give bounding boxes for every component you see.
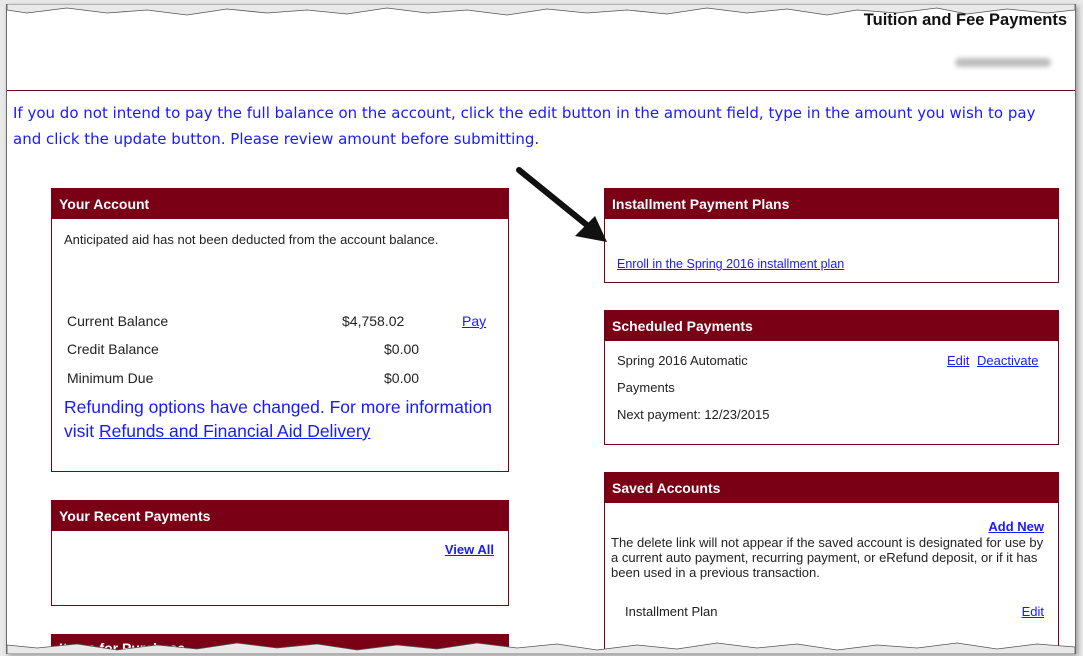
torn-bottom-edge bbox=[7, 642, 1075, 654]
scheduled-name-line2: Payments bbox=[617, 380, 675, 395]
saved-accounts-panel: Saved Accounts Add New The delete link w… bbox=[604, 472, 1059, 654]
scheduled-payments-panel: Scheduled Payments Spring 2016 Automatic… bbox=[604, 310, 1059, 445]
page-title: Tuition and Fee Payments bbox=[863, 11, 1067, 29]
scheduled-name-line1: Spring 2016 Automatic bbox=[617, 353, 748, 368]
arrow-pointer-icon bbox=[516, 167, 607, 242]
blurred-student-id bbox=[955, 58, 1051, 67]
your-account-title: Your Account bbox=[52, 189, 508, 219]
credit-balance-value: $0.00 bbox=[384, 341, 420, 357]
scheduled-deactivate-link[interactable]: Deactivate bbox=[977, 353, 1038, 368]
installment-panel: Installment Payment Plans Enroll in the … bbox=[604, 188, 1059, 283]
recent-payments-panel: Your Recent Payments View All bbox=[51, 500, 509, 606]
add-new-link[interactable]: Add New bbox=[988, 519, 1044, 534]
refund-notice: Refunding options have changed. For more… bbox=[64, 395, 504, 443]
current-balance-value: $4,758.02 bbox=[342, 313, 405, 329]
view-all-link[interactable]: View All bbox=[445, 542, 494, 557]
installment-plan-label: Installment Plan bbox=[625, 604, 718, 619]
your-account-panel: Your Account Anticipated aid has not bee… bbox=[51, 188, 509, 472]
current-balance-label: Current Balance bbox=[67, 313, 169, 329]
header-divider bbox=[7, 90, 1075, 91]
page-sheet: Tuition and Fee Payments If you do not i… bbox=[6, 4, 1076, 654]
minimum-due-label: Minimum Due bbox=[67, 370, 154, 386]
saved-accounts-note: The delete link will not appear if the s… bbox=[611, 535, 1044, 580]
pay-link[interactable]: Pay bbox=[462, 313, 486, 329]
account-note: Anticipated aid has not been deducted fr… bbox=[64, 232, 439, 247]
minimum-due-value: $0.00 bbox=[384, 370, 420, 386]
scheduled-edit-link[interactable]: Edit bbox=[947, 353, 969, 368]
next-payment-text: Next payment: 12/23/2015 bbox=[617, 407, 770, 422]
saved-accounts-title: Saved Accounts bbox=[605, 473, 1058, 503]
credit-balance-label: Credit Balance bbox=[67, 341, 159, 357]
refunds-link[interactable]: Refunds and Financial Aid Delivery bbox=[99, 421, 370, 441]
scheduled-payments-title: Scheduled Payments bbox=[605, 311, 1058, 341]
enroll-installment-link[interactable]: Enroll in the Spring 2016 installment pl… bbox=[617, 257, 844, 271]
installment-title: Installment Payment Plans bbox=[605, 189, 1058, 219]
recent-payments-title: Your Recent Payments bbox=[52, 501, 508, 531]
instructions-text: If you do not intend to pay the full bal… bbox=[13, 104, 1036, 148]
saved-account-edit-link[interactable]: Edit bbox=[1022, 604, 1044, 619]
